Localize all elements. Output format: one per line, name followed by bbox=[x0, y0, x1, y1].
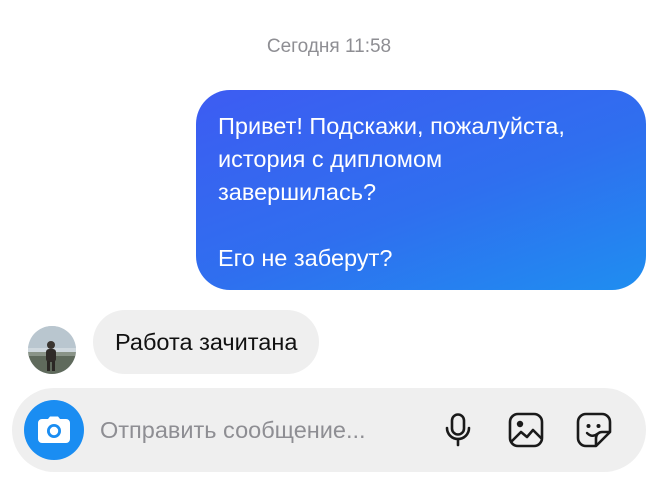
incoming-message-bubble[interactable]: Работа зачитана bbox=[93, 310, 320, 374]
message-timestamp: Сегодня 11:58 bbox=[266, 36, 392, 57]
gallery-button[interactable] bbox=[506, 410, 546, 450]
outgoing-message-bubble[interactable]: Привет! Подскажи, пожалуйста, история с … bbox=[196, 90, 646, 290]
message-input[interactable] bbox=[100, 408, 420, 452]
camera-icon bbox=[38, 416, 70, 443]
avatar-photo-icon bbox=[28, 326, 76, 374]
contact-avatar[interactable] bbox=[28, 326, 76, 374]
sticker-button[interactable] bbox=[574, 410, 614, 450]
camera-button[interactable] bbox=[24, 400, 84, 460]
message-composer bbox=[12, 388, 646, 472]
microphone-icon bbox=[445, 413, 471, 447]
sticker-icon bbox=[576, 412, 612, 448]
image-icon bbox=[508, 412, 544, 448]
microphone-button[interactable] bbox=[438, 410, 478, 450]
chat-screen: Сегодня 11:58 Привет! Подскажи, пожалуйс… bbox=[0, 0, 658, 481]
